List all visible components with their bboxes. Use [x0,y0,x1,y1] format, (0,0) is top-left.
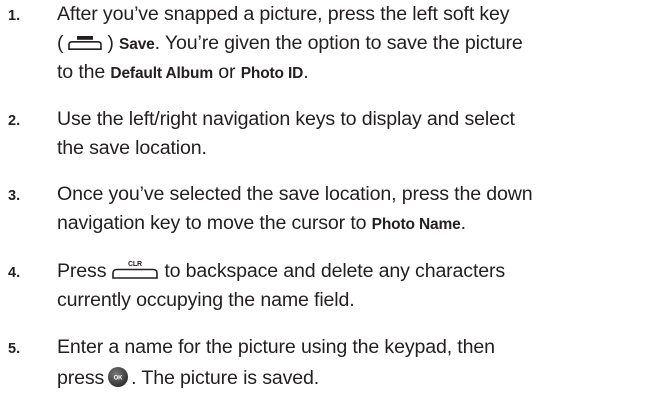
instruction-steps: 1. After you’ve snapped a picture, press… [0,0,646,391]
clr-key-label: CLR [128,261,142,268]
step-number: 1. [8,8,21,24]
step-number: 2. [8,113,21,129]
step-text-line: to the Default Album or Photo ID. [57,61,309,83]
step-number: 4. [8,265,21,281]
clr-key-icon: CLR [110,259,160,279]
ok-key-icon: OK [107,366,129,388]
step-text-line: currently occupying the name field. [57,289,355,311]
step-text-line: navigation key to move the cursor to Pho… [57,212,466,234]
step-number: 3. [8,188,21,204]
step-text-line: Once you’ve selected the save location, … [57,183,533,205]
step-text-line: () Save. You’re given the option to save… [57,32,523,54]
step-number: 5. [8,341,21,357]
step-text-line: Use the left/right navigation keys to di… [57,108,515,130]
step-text-line: After you’ve snapped a picture, press th… [57,3,510,25]
left-soft-key-icon [64,34,106,50]
step-text-line: press OK. The picture is saved. [57,366,320,389]
step-text-line: Enter a name for the picture using the k… [57,336,495,358]
step-text-line: the save location. [57,137,207,159]
step-text-line: Press CLR to backspace and delete any char… [57,259,506,282]
ok-key-label: OK [114,376,124,382]
